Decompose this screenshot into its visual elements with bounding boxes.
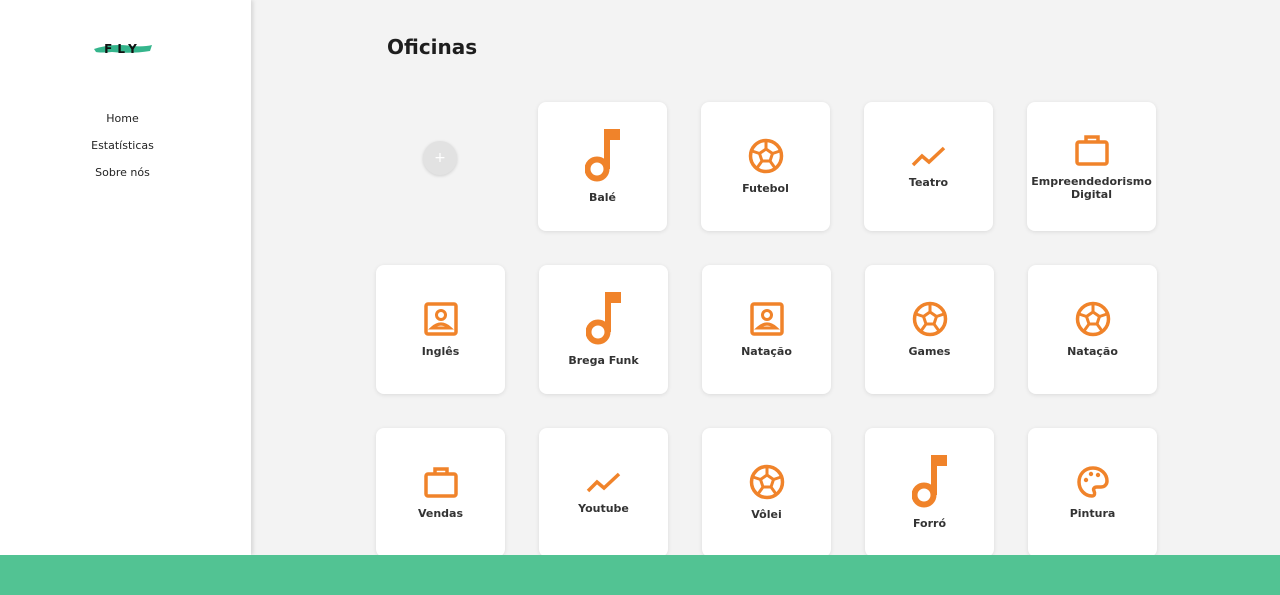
oficina-card-label: Youtube — [578, 502, 629, 515]
oficina-card-bale[interactable]: Balé — [538, 102, 667, 231]
music-note-icon — [585, 292, 622, 350]
soccer-ball-icon — [749, 464, 785, 504]
soccer-ball-icon — [1075, 301, 1111, 341]
contact-card-icon — [423, 301, 459, 341]
oficina-card-label: Natação — [1067, 345, 1118, 358]
music-note-icon — [911, 455, 948, 513]
oficina-card-natacao[interactable]: Natação — [702, 265, 831, 394]
nav-item-estatisticas[interactable]: Estatísticas — [0, 138, 245, 165]
trending-up-icon — [586, 470, 622, 498]
oficina-card-games[interactable]: Games — [865, 265, 994, 394]
oficina-card-ingles[interactable]: Inglês — [376, 265, 505, 394]
music-note-icon — [584, 129, 621, 187]
oficina-card-label: Empreendedorismo Digital — [1031, 174, 1152, 201]
oficina-card-forro[interactable]: Forró — [865, 428, 994, 557]
footer-bar — [0, 555, 1280, 595]
oficina-card-label: Vendas — [417, 507, 464, 520]
oficina-card-empreendedorismo-digital[interactable]: Empreendedorismo Digital — [1027, 102, 1156, 231]
oficina-card-pintura[interactable]: Pintura — [1028, 428, 1157, 557]
oficina-card-volei[interactable]: Vôlei — [702, 428, 831, 557]
oficina-card-label: Games — [908, 345, 951, 358]
oficina-card-futebol[interactable]: Futebol — [701, 102, 830, 231]
oficina-card-youtube[interactable]: Youtube — [539, 428, 668, 557]
page-title: Oficinas — [387, 35, 478, 59]
soccer-ball-icon — [748, 138, 784, 178]
add-oficina-button[interactable]: + — [423, 141, 457, 175]
oficina-card-label: Teatro — [908, 176, 949, 189]
oficina-card-label: Pintura — [1069, 507, 1116, 520]
briefcase-icon — [423, 465, 459, 503]
nav-item-home[interactable]: Home — [0, 111, 245, 138]
oficina-card-vendas[interactable]: Vendas — [376, 428, 505, 557]
contact-card-icon — [749, 301, 785, 341]
nav-item-sobre-nos[interactable]: Sobre nós — [0, 165, 245, 192]
sidebar-nav: Home Estatísticas Sobre nós — [0, 111, 245, 192]
trending-up-icon — [911, 144, 947, 172]
oficina-card-label: Futebol — [742, 182, 789, 195]
main-content: Oficinas + Balé Futebol Teatro Empreendedor… — [251, 0, 1280, 557]
oficina-card-label: Vôlei — [751, 508, 782, 521]
oficina-card-label: Inglês — [421, 345, 460, 358]
oficina-card-label: Natação — [741, 345, 792, 358]
svg-text:FLY: FLY — [104, 42, 142, 56]
oficina-card-brega-funk[interactable]: Brega Funk — [539, 265, 668, 394]
oficina-card-teatro[interactable]: Teatro — [864, 102, 993, 231]
oficina-card-natacao[interactable]: Natação — [1028, 265, 1157, 394]
oficina-card-label: Brega Funk — [568, 354, 639, 367]
fly-logo[interactable]: FLY — [92, 37, 154, 59]
palette-icon — [1076, 465, 1110, 503]
soccer-ball-icon — [912, 301, 948, 341]
oficina-card-label: Forró — [912, 517, 947, 530]
oficina-card-label: Balé — [588, 191, 617, 204]
briefcase-icon — [1074, 133, 1110, 171]
sidebar: FLY Home Estatísticas Sobre nós — [0, 0, 251, 555]
